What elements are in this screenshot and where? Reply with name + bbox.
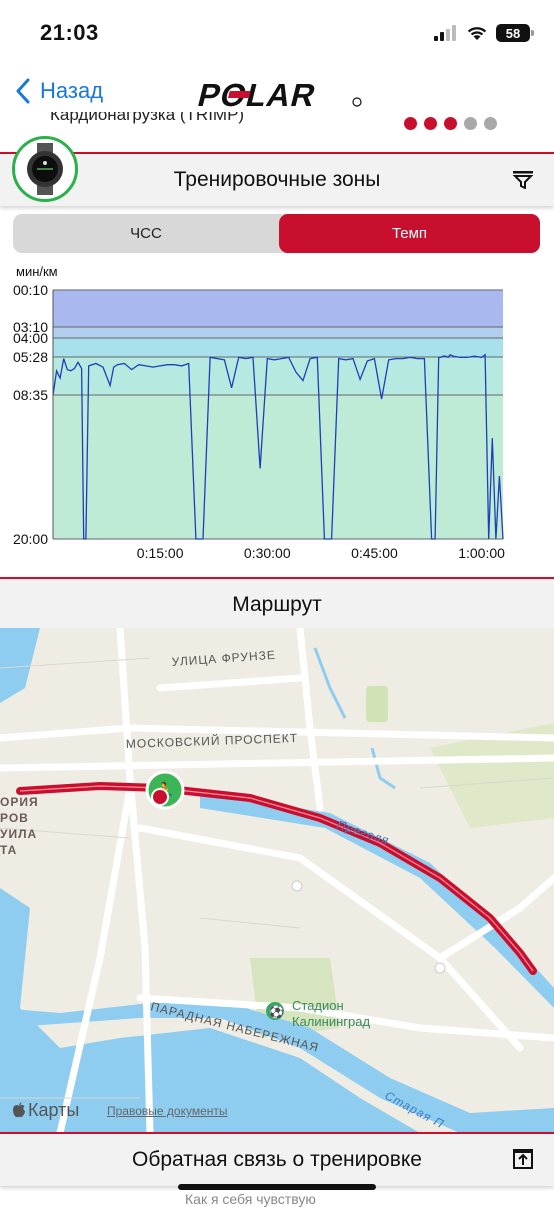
rating-dot [444,117,457,130]
back-button[interactable]: Назад [16,78,103,104]
training-zones-header: Тренировочные зоны [0,152,554,206]
feedback-header: Обратная связь о тренировке [0,1132,554,1186]
battery-icon: 58 [496,24,534,42]
svg-text:⚽: ⚽ [268,1005,284,1019]
x-tick-label: 1:00:00 [458,545,505,561]
y-tick-label: 20:00 [13,531,48,547]
back-label: Назад [40,78,104,103]
pace-zone-band [53,357,503,395]
status-icons: 58 [434,22,534,44]
maps-provider-label: Карты [28,1100,80,1120]
watch-icon [27,143,63,195]
x-tick-label: 0:15:00 [137,545,184,561]
polar-logo: POLAR [193,77,363,115]
apple-icon [13,1102,25,1118]
chevron-left-icon [16,78,30,104]
y-tick-label: 04:00 [13,330,48,346]
pace-zone-chart: мин/км 00:1003:1004:0005:2808:3520:00 0:… [13,264,505,561]
legal-link[interactable]: Правовые документы [107,1104,228,1118]
trimp-row: Кардионагрузка (TRIMP) [0,112,554,130]
pace-zone-band [53,338,503,357]
map-label-stadium2: Калининград [292,1014,370,1029]
wifi-icon [467,27,487,40]
rating-dot [464,117,477,130]
map-label-stadium: Стадион [292,998,344,1013]
feedback-title: Обратная связь о тренировке [132,1148,422,1171]
tab-pace[interactable]: Темп [279,214,540,253]
route-map[interactable]: УЛИЦА ФРУНЗЕ МОСКОВСКИЙ ПРОСПЕКТ Преголя… [0,628,554,1133]
x-tick-label: 0:45:00 [351,545,398,561]
pace-zone-band [53,290,503,327]
map-label-left4: ТА [0,843,17,857]
rating-dot [404,117,417,130]
home-indicator [178,1184,376,1190]
y-tick-label: 05:28 [13,349,48,365]
map-label-left3: УИЛА [0,827,37,841]
map-label-left1: ОРИЯ [0,795,39,809]
route-header: Маршрут [0,577,554,631]
y-tick-label: 08:35 [13,387,48,403]
y-tick-label: 00:10 [13,282,48,298]
rating-dot [424,117,437,130]
training-zones-title: Тренировочные зоны [173,168,381,191]
trimp-label: Кардионагрузка (TRIMP) [50,112,245,124]
x-tick-label: 0:30:00 [244,545,291,561]
svg-text:POLAR: POLAR [194,78,320,110]
tab-hr[interactable]: ЧСС [13,214,279,253]
map-label-left2: РОВ [0,811,29,825]
zone-type-segmented: ЧСС Темп [13,214,540,253]
route-title: Маршрут [232,593,322,616]
map-label-street1: УЛИЦА ФРУНЗЕ [171,648,276,669]
y-axis-label: мин/км [16,264,58,279]
status-time: 21:03 [40,20,99,45]
device-avatar [12,136,78,202]
rating-dot [484,117,497,130]
export-icon[interactable] [512,1148,534,1170]
map-label-street2: МОСКОВСКИЙ ПРОСПЕКТ [126,730,299,751]
cellular-signal-icon [434,25,456,41]
trimp-rating [404,117,497,130]
maps-provider-logo: Карты [12,1100,79,1121]
filter-icon[interactable] [512,169,534,189]
pace-zone-band [53,327,503,338]
bottom-cut-text: Как я себя чувствую [185,1191,316,1207]
